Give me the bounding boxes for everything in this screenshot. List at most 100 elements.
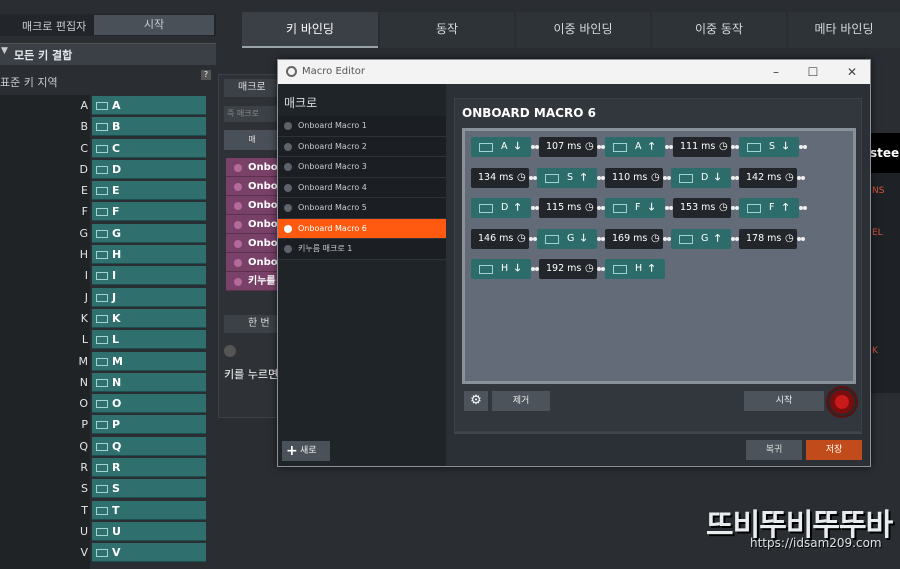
delay-step[interactable]: 115 ms ◷ [539, 198, 597, 218]
key-binding-value[interactable]: V [92, 543, 206, 563]
macro-panel-item[interactable]: Onbo [226, 234, 280, 253]
macro-panel-button[interactable]: 매 [224, 130, 280, 150]
key-step[interactable]: S 🡓 [739, 137, 799, 157]
record-start-button[interactable]: 시작 [744, 391, 824, 411]
macro-panel-item[interactable]: Onbo [226, 177, 280, 196]
key-row[interactable]: EE [0, 180, 208, 201]
key-step[interactable]: S 🡑 [537, 167, 597, 188]
settings-gear-button[interactable]: ⚙ [464, 391, 488, 411]
macro-list-item[interactable]: Onboard Macro 2 [278, 136, 446, 157]
key-binding-value[interactable]: F [92, 202, 206, 222]
start-button[interactable]: 시작 [94, 15, 214, 35]
key-row[interactable]: BB [0, 116, 208, 137]
key-row[interactable]: CC [0, 138, 208, 159]
key-binding-value[interactable]: M [92, 351, 206, 371]
key-binding-value[interactable]: C [92, 138, 206, 158]
key-binding-value[interactable]: O [92, 394, 206, 414]
key-binding-value[interactable]: Q [92, 436, 206, 456]
macro-list-item[interactable]: Onboard Macro 3 [278, 157, 446, 178]
macro-panel-item[interactable]: Onbo [226, 253, 280, 272]
help-icon[interactable]: ? [201, 70, 211, 80]
key-step[interactable]: F 🡓 [605, 198, 665, 218]
key-binding-value[interactable]: P [92, 415, 206, 435]
key-binding-value[interactable]: U [92, 521, 206, 541]
key-row[interactable]: VV [0, 542, 208, 563]
macro-panel-item[interactable]: Onbo [226, 215, 280, 234]
key-step[interactable]: A 🡓 [471, 137, 531, 157]
macro-list-item[interactable]: Onboard Macro 5 [278, 198, 446, 219]
key-step[interactable]: D 🡓 [671, 167, 731, 188]
key-binding-value[interactable]: R [92, 458, 206, 478]
tab-action[interactable]: 동작 [380, 12, 514, 48]
macro-list-item[interactable]: Onboard Macro 6 [278, 218, 446, 239]
tab-meta-binding[interactable]: 메타 바인딩 [788, 12, 900, 48]
close-icon[interactable]: ✕ [844, 64, 860, 80]
delay-step[interactable]: 107 ms ◷ [539, 137, 597, 157]
key-row[interactable]: FF [0, 201, 208, 222]
key-row[interactable]: TT [0, 500, 208, 521]
delay-step[interactable]: 111 ms ◷ [673, 137, 731, 157]
macro-search-input[interactable]: 즉 매크로 [224, 106, 280, 122]
key-binding-value[interactable]: G [92, 223, 206, 243]
key-row[interactable]: OO [0, 393, 208, 414]
macro-list-item[interactable]: 키누름 매크로 1 [278, 239, 446, 260]
key-row[interactable]: HH [0, 244, 208, 265]
key-binding-value[interactable]: A [92, 96, 206, 115]
delay-step[interactable]: 153 ms ◷ [673, 198, 731, 218]
key-row[interactable]: LL [0, 329, 208, 350]
key-step[interactable]: F 🡑 [739, 198, 799, 218]
tab-key-binding[interactable]: 키 바인딩 [242, 12, 378, 48]
pause-icon[interactable] [224, 345, 236, 357]
delay-step[interactable]: 146 ms ◷ [471, 228, 529, 249]
key-binding-value[interactable]: T [92, 500, 206, 520]
key-row[interactable]: GG [0, 223, 208, 244]
tab-dual-binding[interactable]: 이중 바인딩 [516, 12, 650, 48]
record-icon[interactable] [828, 388, 856, 416]
cancel-button[interactable]: 복귀 [746, 440, 802, 460]
key-row[interactable]: II [0, 265, 208, 286]
key-step[interactable]: H 🡓 [471, 259, 531, 279]
macro-dropdown[interactable]: 매크로 [224, 79, 280, 97]
key-row[interactable]: AA [0, 95, 208, 116]
macro-list-item[interactable]: Onboard Macro 1 [278, 116, 446, 137]
key-binding-value[interactable]: N [92, 372, 206, 392]
key-row[interactable]: SS [0, 478, 208, 499]
delay-step[interactable]: 110 ms ◷ [605, 167, 663, 188]
key-binding-value[interactable]: H [92, 245, 206, 265]
key-binding-value[interactable]: E [92, 181, 206, 201]
tab-dual-action[interactable]: 이중 동작 [652, 12, 786, 48]
key-row[interactable]: MM [0, 351, 208, 372]
key-step[interactable]: D 🡑 [471, 198, 531, 218]
save-button[interactable]: 저장 [806, 440, 862, 460]
macro-panel-item[interactable]: Onbo [226, 196, 280, 215]
macro-panel-item[interactable]: Onbo [226, 158, 280, 177]
key-row[interactable]: DD [0, 159, 208, 180]
key-step[interactable]: A 🡑 [605, 137, 665, 157]
key-row[interactable]: JJ [0, 287, 208, 308]
key-binding-value[interactable]: L [92, 330, 206, 350]
key-row[interactable]: QQ [0, 436, 208, 457]
repeat-dropdown[interactable]: 한 번 [224, 315, 280, 333]
key-step[interactable]: G 🡑 [671, 228, 731, 249]
delay-step[interactable]: 178 ms ◷ [739, 228, 797, 249]
key-step[interactable]: G 🡓 [537, 228, 597, 249]
delay-step[interactable]: 169 ms ◷ [605, 228, 663, 249]
key-binding-value[interactable]: D [92, 159, 206, 179]
delay-step[interactable]: 192 ms ◷ [539, 259, 597, 279]
key-binding-value[interactable]: K [92, 308, 206, 328]
key-binding-value[interactable]: I [92, 266, 206, 286]
key-binding-value[interactable]: B [92, 117, 206, 137]
key-row[interactable]: KK [0, 308, 208, 329]
macro-panel-item[interactable]: 키누를 [226, 272, 280, 291]
delay-step[interactable]: 142 ms ◷ [739, 167, 797, 188]
macro-list-item[interactable]: Onboard Macro 4 [278, 177, 446, 198]
minimize-icon[interactable]: – [768, 64, 784, 80]
key-row[interactable]: UU [0, 521, 208, 542]
maximize-icon[interactable]: ☐ [805, 64, 821, 80]
remove-button[interactable]: 제거 [492, 391, 550, 411]
key-row[interactable]: RR [0, 457, 208, 478]
key-row[interactable]: NN [0, 372, 208, 393]
key-binding-value[interactable]: S [92, 479, 206, 499]
delay-step[interactable]: 134 ms ◷ [471, 167, 529, 188]
key-binding-value[interactable]: J [92, 287, 206, 307]
